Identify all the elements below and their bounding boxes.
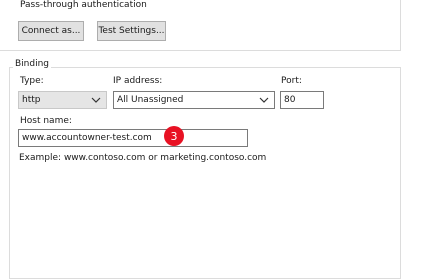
port-label: Port: xyxy=(281,76,302,86)
chevron-down-icon xyxy=(91,97,101,103)
test-settings-button[interactable]: Test Settings... xyxy=(97,21,166,41)
type-label: Type: xyxy=(20,76,44,86)
host-name-input[interactable]: www.accountowner-test.com xyxy=(18,129,248,147)
host-name-example: Example: www.contoso.com or marketing.co… xyxy=(19,153,267,163)
authentication-label: Pass-through authentication xyxy=(20,0,147,10)
type-select-value: http xyxy=(22,95,41,105)
type-select[interactable]: http xyxy=(18,91,107,109)
host-name-label: Host name: xyxy=(20,116,72,126)
binding-group-title: Binding xyxy=(13,59,52,69)
host-name-value: www.accountowner-test.com xyxy=(22,133,152,143)
ip-address-value: All Unassigned xyxy=(117,95,184,105)
chevron-down-icon xyxy=(259,97,269,103)
ip-address-label: IP address: xyxy=(113,76,163,86)
port-input[interactable]: 80 xyxy=(280,91,324,109)
step-number-badge: 3 xyxy=(164,126,184,146)
port-value: 80 xyxy=(284,95,296,105)
connect-as-button[interactable]: Connect as... xyxy=(18,21,84,41)
ip-address-select[interactable]: All Unassigned xyxy=(113,91,275,109)
